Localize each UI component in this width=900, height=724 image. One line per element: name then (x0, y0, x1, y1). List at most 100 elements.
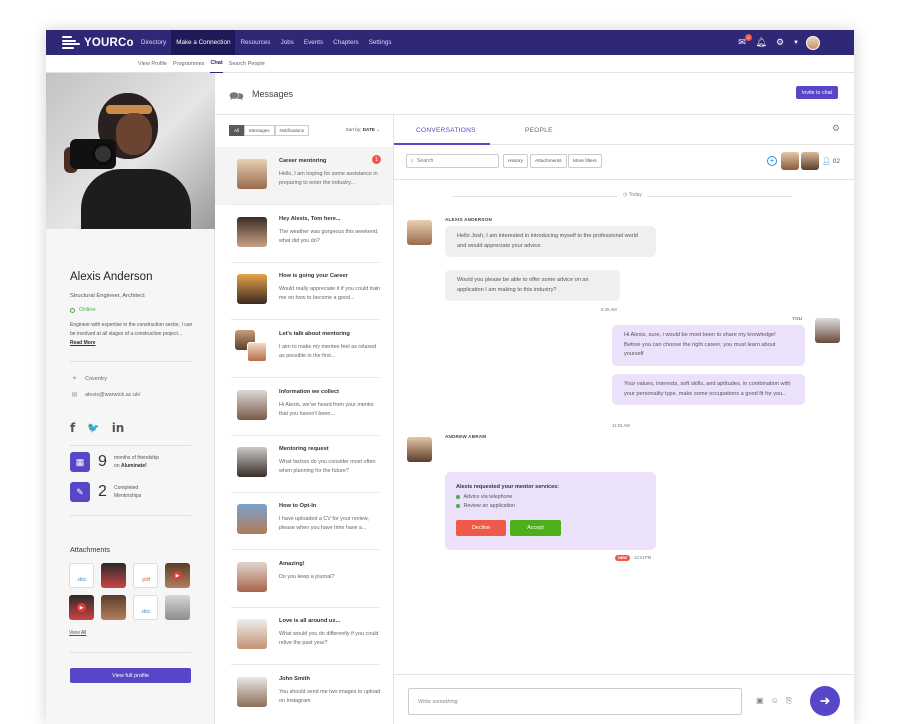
view-full-profile-button[interactable]: View full profile (70, 668, 191, 683)
subnav-chat[interactable]: Chat (210, 55, 223, 73)
conversation-item[interactable]: Information we collect Hi Alexis, we've … (215, 378, 393, 436)
profile-title: Structural Engineer, Architect (70, 293, 145, 299)
invite-to-chat-button[interactable]: Invite to chat (795, 86, 838, 99)
stat-mentorships: ✎ 2 Completed Mentorships (70, 482, 141, 502)
mail-icon[interactable]: ✉ 2 (736, 33, 753, 49)
attachment-doc[interactable]: .doc (69, 563, 94, 588)
message-input[interactable]: Write something (408, 688, 742, 715)
conversation-title: Love is all around us... (279, 618, 341, 624)
divider (70, 445, 191, 446)
attachment-pdf[interactable]: .pdf (133, 563, 158, 588)
attachment-doc[interactable]: .doc (133, 595, 158, 620)
day-label: ◷ Today (618, 192, 648, 198)
nav-settings[interactable]: Settings (364, 30, 397, 55)
nav-resources[interactable]: Resources (235, 30, 275, 55)
conversation-preview: What factors do you consider most often … (279, 459, 376, 474)
conversation-item[interactable]: How is going your Career Would really ap… (215, 262, 393, 320)
nav-directory[interactable]: Directory (136, 30, 171, 55)
avatar (237, 390, 267, 420)
attachment-image[interactable] (101, 563, 126, 588)
linkedin-icon[interactable]: in (112, 421, 125, 435)
request-item: Advice via telephone (456, 494, 512, 500)
conversation-item[interactable]: Amazing! Do you keep a journal? (215, 550, 393, 608)
nav-jobs[interactable]: Jobs (276, 30, 299, 55)
message-composer: Write something ▣ ☺ ⎘ ➜ (394, 674, 854, 724)
send-arrow-icon: ➜ (819, 693, 831, 708)
participant-avatar[interactable] (801, 152, 819, 170)
messages-header: 🗪 Messages Invite to chat (215, 73, 854, 115)
filter-all[interactable]: All (229, 125, 245, 136)
conversation-item[interactable]: How to Opt-In I have uploaded a CV for y… (215, 492, 393, 550)
status-dot-icon (70, 307, 75, 313)
facebook-icon[interactable]: f (70, 421, 75, 435)
social-links: f 🐦 in (70, 421, 124, 435)
conversation-preview: Hello, I am hoping for some assistance i… (279, 171, 378, 186)
paperclip-icon[interactable]: ⎘ (786, 696, 792, 706)
status-label: Online (79, 307, 96, 313)
bell-icon[interactable]: 🔔︎ (755, 37, 767, 49)
decline-button[interactable]: Decline (456, 520, 506, 536)
subnav-view-profile[interactable]: View Profile (138, 55, 167, 73)
conversation-item[interactable]: Love is all around us... What would you … (215, 607, 393, 665)
gear-icon[interactable]: ⚙ (832, 123, 840, 134)
avatar (237, 619, 267, 649)
unread-badge: 1 (372, 155, 381, 164)
stat-friendship: ▦ 9 months of friendship on Aluminate! (70, 452, 159, 472)
conversation-title: Mentoring request (279, 446, 329, 452)
attachment-video[interactable]: ▶ (165, 563, 190, 588)
participant-avatar[interactable] (781, 152, 799, 170)
brand-logo[interactable]: YOURCo (62, 36, 136, 49)
nav-events[interactable]: Events (299, 30, 328, 55)
attachments-button[interactable]: Attachments (530, 154, 567, 168)
location-pin-icon: ⌖ (72, 375, 77, 382)
tab-conversations[interactable]: CONVERSATIONS (416, 127, 476, 134)
send-button[interactable]: ➜ (810, 686, 840, 716)
avatar (815, 318, 840, 343)
calendar-icon: ▦ (70, 452, 90, 472)
conversation-item[interactable]: Mentoring request What factors do you co… (215, 435, 393, 493)
avatar (237, 504, 267, 534)
chat-search-input[interactable]: ⌕ Search (406, 154, 499, 168)
sort-dropdown[interactable]: Sort by: DATE ⌄ (346, 127, 380, 133)
avatar (247, 342, 267, 362)
conversation-item[interactable]: Let's talk about mentoring I aim to make… (215, 320, 393, 378)
accept-button[interactable]: Accept (510, 520, 561, 536)
filter-notifications[interactable]: Notifications (274, 125, 310, 136)
subnav-programmes[interactable]: Programmes (173, 55, 204, 73)
conversation-item[interactable]: John Smith You should send me two images… (215, 665, 393, 723)
subnav-search-people[interactable]: Search People (229, 55, 265, 73)
read-more-link[interactable]: Read More (70, 340, 96, 346)
add-person-icon[interactable]: + (767, 156, 777, 166)
history-button[interactable]: History (503, 154, 528, 168)
profile-photo (46, 73, 215, 229)
message-time: 11:03 AM (612, 423, 630, 428)
gear-icon[interactable]: ⚙ (774, 37, 786, 49)
twitter-icon[interactable]: 🐦 (87, 423, 99, 434)
avatar (407, 220, 432, 245)
attachment-image[interactable] (101, 595, 126, 620)
chat-tabs: CONVERSATIONS PEOPLE ⚙ (394, 115, 854, 145)
more-filters-button[interactable]: More filters (568, 154, 602, 168)
attachment-video[interactable]: ▶ (69, 595, 94, 620)
emoji-icon[interactable]: ☺ (771, 696, 779, 706)
user-avatar[interactable] (806, 35, 820, 50)
image-icon[interactable]: ▣ (756, 696, 764, 706)
filter-messages[interactable]: Messages (244, 125, 275, 136)
message-bubble: Your values, interests, soft skills, and… (612, 374, 805, 405)
sender-name: ANDREW ABRAM (445, 434, 487, 439)
chevron-down-icon[interactable]: ▼ (793, 40, 799, 46)
nav-make-a-connection[interactable]: Make a Connection (171, 30, 236, 55)
conversation-item[interactable]: Hey Alexis, Tom here... The weather was … (215, 205, 393, 263)
message-time: 6:45 AM (601, 307, 617, 312)
nav-chapters[interactable]: Chapters (328, 30, 364, 55)
bio-text: Engineer with expertise in the construct… (70, 322, 193, 337)
email-text[interactable]: alexis@warwick.ac.uk/ (85, 392, 140, 398)
divider (70, 361, 191, 362)
tab-people[interactable]: PEOPLE (525, 127, 553, 134)
pin-icon: ✎ (70, 482, 90, 502)
conversation-item[interactable]: Career mentoring Hello, I am hoping for … (215, 147, 393, 205)
envelope-icon: ✉ (71, 392, 78, 399)
view-all-link[interactable]: View All (69, 630, 86, 636)
profile-panel: Alexis Anderson Structural Engineer, Arc… (46, 73, 215, 724)
attachment-image[interactable] (165, 595, 190, 620)
